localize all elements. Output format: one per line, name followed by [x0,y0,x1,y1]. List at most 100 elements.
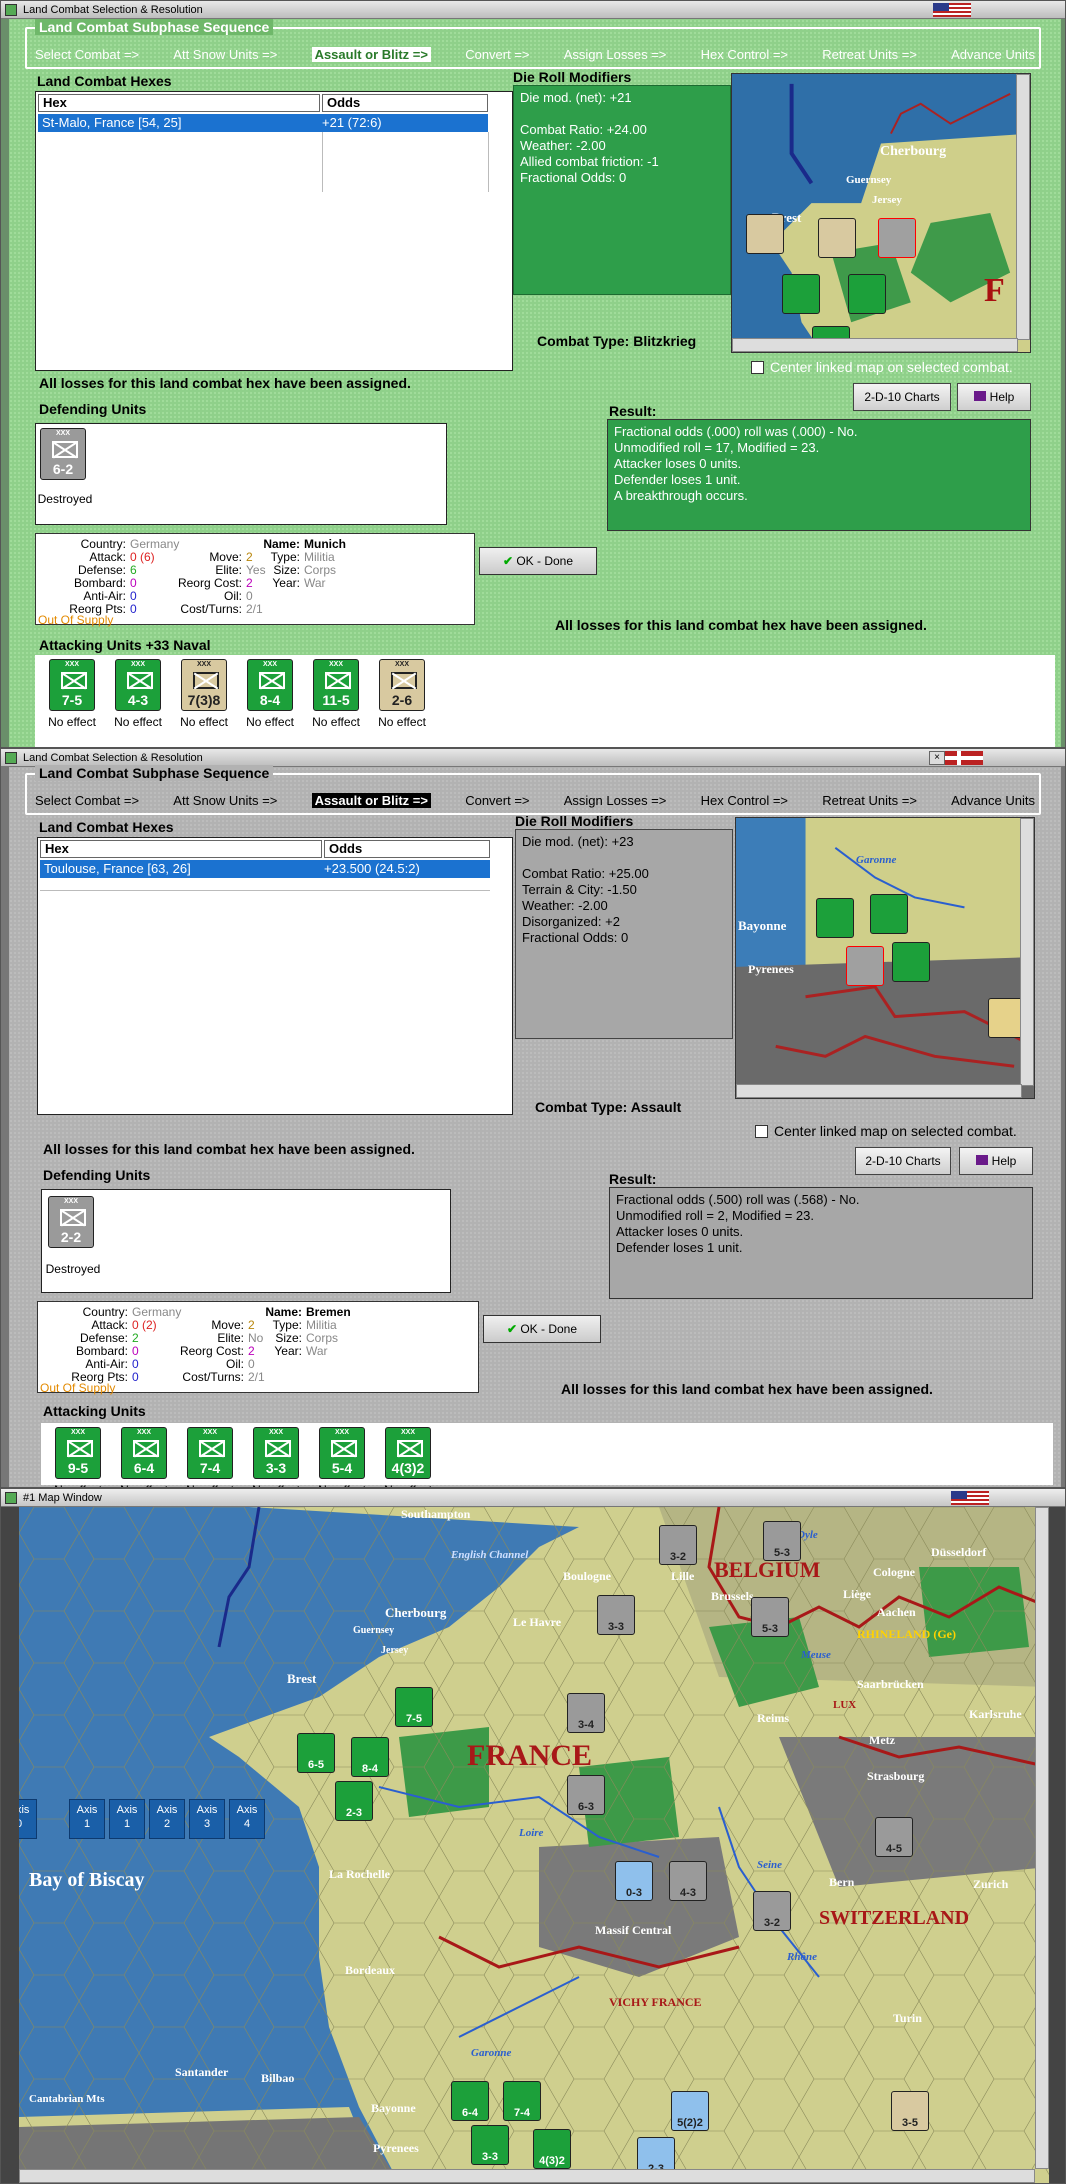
map-counter[interactable] [782,274,820,314]
map-counter[interactable] [818,218,856,258]
combat-hexes-list[interactable]: Hex Odds St-Malo, France [54, 25] +21 (7… [35,91,513,371]
linked-minimap[interactable]: Cherbourg Guernsey Jersey Brest F [731,73,1031,353]
hex-row-selected[interactable]: Toulouse, France [63, 26] +23.500 (24.5:… [40,860,490,878]
map-unit-counter[interactable]: 8-4 [351,1737,389,1777]
axis-box[interactable]: Axis 3 [189,1799,225,1839]
map-unit-counter[interactable]: 7-5 [395,1687,433,1727]
step-assign-losses[interactable]: Assign Losses => [564,47,667,62]
attacker-counter[interactable]: XXX 4(3)2 [385,1427,431,1479]
help-button[interactable]: Help [957,383,1031,411]
step-hex-control[interactable]: Hex Control => [701,47,788,62]
attacker-counter[interactable]: XXX 6-4 [121,1427,167,1479]
map-unit-counter[interactable]: 4-5 [875,1817,913,1857]
map-unit-strength: 3-2 [670,1551,686,1563]
hex-column-header[interactable]: Hex [38,94,320,112]
map-unit-counter[interactable]: 5(2)2 [671,2091,709,2131]
map-counter[interactable] [848,274,886,314]
checkbox-box[interactable] [755,1124,768,1138]
charts-button[interactable]: 2-D-10 Charts [855,1147,951,1175]
map-counter[interactable] [816,898,854,938]
charts-button[interactable]: 2-D-10 Charts [853,383,951,411]
step-convert[interactable]: Convert => [465,793,529,808]
map-unit-counter[interactable]: 3-2 [659,1525,697,1565]
map-counter[interactable] [746,214,784,254]
hex-row-selected[interactable]: St-Malo, France [54, 25] +21 (72:6) [38,114,488,132]
minimap-vscroll[interactable] [1020,818,1034,1086]
minimap-vscroll[interactable] [1016,74,1030,340]
map-unit-counter[interactable]: 5-3 [751,1597,789,1637]
step-assault-blitz[interactable]: Assault or Blitz => [311,793,431,808]
attacker-counter[interactable]: XXX 7-4 [187,1427,233,1479]
map-counter-target[interactable] [846,946,884,986]
defender-counter[interactable]: XXX 6-2 [40,428,86,480]
map-unit-counter[interactable]: 2-3 [335,1781,373,1821]
ok-done-button[interactable]: ✔ OK - Done [479,547,597,575]
hex-column-header[interactable]: Hex [40,840,322,858]
map-unit-counter[interactable]: 3-2 [753,1891,791,1931]
axis-box[interactable]: Axis 4 [229,1799,265,1839]
step-assault-blitz[interactable]: Assault or Blitz => [311,47,431,62]
map-unit-counter[interactable]: 4(3)2 [533,2129,571,2169]
attacker-counter[interactable]: XXX 3-3 [253,1427,299,1479]
map-vscroll[interactable] [1035,1507,1049,2169]
step-retreat[interactable]: Retreat Units => [822,47,917,62]
map-unit-counter[interactable]: 6-3 [567,1775,605,1815]
step-advance[interactable]: Advance Units [951,793,1035,808]
defender-counter[interactable]: XXX 2-2 [48,1196,94,1248]
odds-column-header[interactable]: Odds [324,840,490,858]
label-saarbrucken: Saarbrücken [857,1677,924,1691]
attacker-counter[interactable]: XXX 4-3 [115,659,161,711]
step-select-combat[interactable]: Select Combat => [35,47,139,62]
minimap-hscroll[interactable] [736,1084,1022,1098]
map-canvas[interactable]: BELGIUM FRANCE SWITZERLAND VICHY FRANCE … [19,1507,1049,2183]
map-unit-counter[interactable]: 4-3 [669,1861,707,1901]
step-retreat[interactable]: Retreat Units => [822,793,917,808]
attacker-counter[interactable]: XXX 5-4 [319,1427,365,1479]
odds-column-header[interactable]: Odds [322,94,488,112]
map-unit-counter[interactable]: 5-3 [763,1521,801,1561]
map-counter[interactable] [892,942,930,982]
axis-box[interactable]: Axis 1 [109,1799,145,1839]
step-att-snow[interactable]: Att Snow Units => [173,47,277,62]
window-titlebar[interactable]: #1 Map Window [1,1489,1065,1507]
step-select-combat[interactable]: Select Combat => [35,793,139,808]
window-titlebar[interactable]: Land Combat Selection & Resolution [1,1,1065,19]
map-unit-counter[interactable]: 6-4 [451,2081,489,2121]
help-button[interactable]: Help [959,1147,1033,1175]
ok-done-button[interactable]: ✔ OK - Done [483,1315,601,1343]
map-hscroll[interactable] [19,2169,1035,2183]
axis-box[interactable]: Axis 1 [69,1799,105,1839]
step-convert[interactable]: Convert => [465,47,529,62]
attacker-counter[interactable]: XXX 11-5 [313,659,359,711]
attacker-counter[interactable]: XXX 9-5 [55,1427,101,1479]
step-advance[interactable]: Advance Units [951,47,1035,62]
map-unit-counter[interactable]: 7-4 [503,2081,541,2121]
step-hex-control[interactable]: Hex Control => [701,793,788,808]
checkbox-box[interactable] [751,360,764,374]
center-map-checkbox[interactable]: Center linked map on selected combat. [755,1123,1017,1139]
attacker-counter[interactable]: XXX 7-5 [49,659,95,711]
attacker-strength: 4(3)2 [391,1460,425,1476]
map-counter[interactable] [870,894,908,934]
map-unit-counter[interactable]: 3-5 [891,2091,929,2131]
map-unit-counter[interactable]: 3-3 [471,2125,509,2165]
linked-minimap[interactable]: Garonne Bayonne Pyrenees [735,817,1035,1099]
step-att-snow[interactable]: Att Snow Units => [173,793,277,808]
map-unit-counter[interactable]: 3-3 [597,1595,635,1635]
attacker-counter[interactable]: XXX 7(3)8 [181,659,227,711]
axis-box[interactable]: Axis0 [19,1799,37,1839]
step-assign-losses[interactable]: Assign Losses => [564,793,667,808]
attacker-counter[interactable]: XXX 8-4 [247,659,293,711]
map-unit-counter[interactable]: 6-5 [297,1733,335,1773]
map-unit-counter[interactable]: 3-4 [567,1693,605,1733]
axis-box-number: 0 [19,1817,36,1831]
axis-box[interactable]: Axis 2 [149,1799,185,1839]
close-button[interactable]: × [929,751,945,765]
center-map-checkbox[interactable]: Center linked map on selected combat. [751,359,1013,375]
defending-units-label: Defending Units [43,1167,151,1183]
minimap-hscroll[interactable] [732,338,1018,352]
attacker-counter[interactable]: XXX 2-6 [379,659,425,711]
map-counter-target[interactable] [878,218,916,258]
combat-hexes-list[interactable]: Hex Odds Toulouse, France [63, 26] +23.5… [37,837,513,1115]
map-unit-counter[interactable]: 0-3 [615,1861,653,1901]
